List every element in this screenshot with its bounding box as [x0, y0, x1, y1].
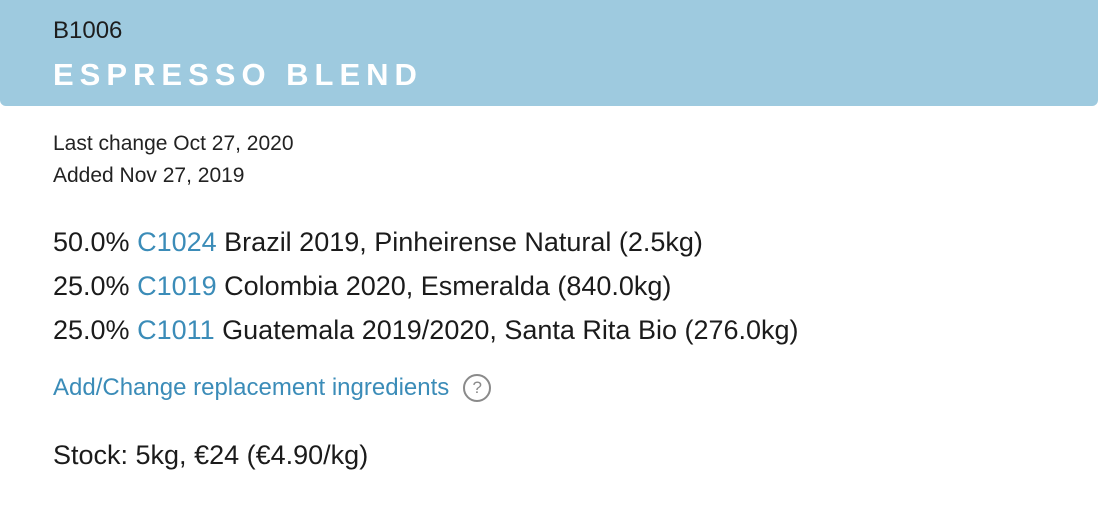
- ingredient-code-link[interactable]: C1011: [137, 315, 215, 345]
- ingredient-percent: 25.0%: [53, 315, 130, 345]
- blend-header: B1006 ESPRESSO BLEND: [0, 0, 1098, 106]
- ingredient-code-link[interactable]: C1019: [137, 271, 217, 301]
- ingredient-percent: 50.0%: [53, 227, 130, 257]
- ingredient-percent: 25.0%: [53, 271, 130, 301]
- ingredient-description: Colombia 2020, Esmeralda (840.0kg): [224, 271, 672, 301]
- blend-id: B1006: [53, 17, 123, 44]
- ingredient-row: 25.0% C1011 Guatemala 2019/2020, Santa R…: [53, 308, 799, 352]
- added-date: Added Nov 27, 2019: [53, 164, 245, 187]
- ingredient-description: Brazil 2019, Pinheirense Natural (2.5kg): [224, 227, 703, 257]
- last-change-date: Last change Oct 27, 2020: [53, 132, 294, 155]
- ingredient-description: Guatemala 2019/2020, Santa Rita Bio (276…: [222, 315, 799, 345]
- replacement-section: Add/Change replacement ingredients?: [53, 374, 492, 402]
- replacement-ingredients-link[interactable]: Add/Change replacement ingredients: [53, 374, 449, 401]
- blend-name-title: ESPRESSO BLEND: [53, 57, 423, 92]
- ingredient-row: 25.0% C1019 Colombia 2020, Esmeralda (84…: [53, 264, 799, 308]
- ingredient-row: 50.0% C1024 Brazil 2019, Pinheirense Nat…: [53, 220, 799, 264]
- question-circle-icon[interactable]: ?: [463, 374, 492, 402]
- stock-summary: Stock: 5kg, €24 (€4.90/kg): [53, 440, 369, 470]
- ingredient-list: 50.0% C1024 Brazil 2019, Pinheirense Nat…: [53, 220, 799, 352]
- ingredient-code-link[interactable]: C1024: [137, 227, 217, 257]
